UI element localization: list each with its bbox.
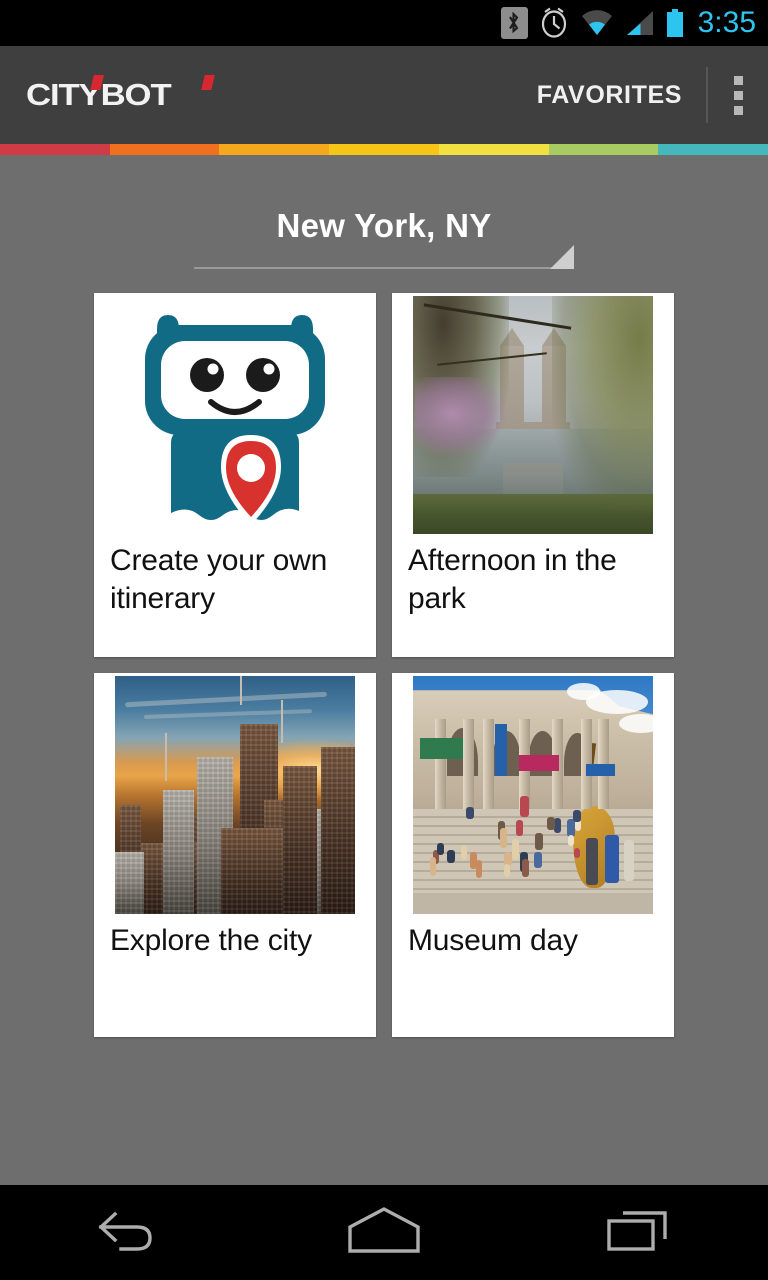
central-park-photo bbox=[413, 296, 653, 534]
wifi-icon bbox=[580, 10, 614, 36]
back-arrow-icon bbox=[95, 1206, 161, 1259]
system-nav-bar bbox=[0, 1185, 768, 1280]
person bbox=[512, 839, 519, 860]
card-media bbox=[392, 673, 674, 918]
city-selector-value: New York, NY bbox=[194, 207, 574, 245]
person bbox=[568, 835, 575, 846]
citybot-mascot-icon bbox=[115, 296, 355, 534]
musician bbox=[624, 840, 634, 880]
home-button[interactable] bbox=[309, 1185, 459, 1280]
stripe-segment-4 bbox=[329, 144, 439, 155]
card-grid: Create your own itinerary Afternoon in t… bbox=[94, 293, 674, 1037]
musician bbox=[586, 838, 598, 886]
manhattan-skyline-sunset-photo bbox=[115, 676, 355, 914]
chevron-down-icon bbox=[550, 245, 574, 269]
recents-icon bbox=[605, 1205, 675, 1260]
status-time: 3:35 bbox=[698, 6, 756, 40]
alarm-icon bbox=[539, 7, 569, 39]
skyline-spire bbox=[240, 676, 242, 705]
person bbox=[437, 843, 444, 855]
card-media bbox=[94, 293, 376, 538]
bluetooth-icon bbox=[501, 7, 528, 39]
main-content: New York, NY Create your own itinerary A… bbox=[0, 155, 768, 1185]
signal-icon bbox=[625, 10, 655, 36]
met-museum-steps-photo bbox=[413, 676, 653, 914]
person bbox=[461, 845, 467, 860]
person bbox=[466, 807, 474, 820]
museum-banner bbox=[495, 724, 507, 776]
favorites-button[interactable]: FAVORITES bbox=[513, 46, 706, 144]
card-museum-day[interactable]: Museum day bbox=[392, 673, 674, 1037]
person bbox=[573, 810, 580, 822]
musician bbox=[605, 835, 619, 883]
person bbox=[520, 796, 529, 817]
card-title: Explore the city bbox=[94, 918, 376, 960]
skyline-building bbox=[221, 828, 283, 914]
skyline-spire bbox=[281, 700, 283, 743]
battery-icon bbox=[666, 9, 684, 37]
app-logo[interactable]: CITYBOT bbox=[26, 77, 171, 113]
museum-column bbox=[463, 719, 474, 809]
person bbox=[535, 833, 543, 850]
person bbox=[534, 852, 541, 868]
person bbox=[522, 859, 529, 878]
overflow-dot-2 bbox=[734, 91, 743, 100]
card-media bbox=[94, 673, 376, 918]
overflow-dot-3 bbox=[734, 106, 743, 115]
color-stripe bbox=[0, 144, 768, 155]
stripe-segment-5 bbox=[439, 144, 549, 155]
person bbox=[430, 857, 437, 875]
card-media bbox=[392, 293, 674, 538]
overflow-menu-button[interactable] bbox=[708, 46, 768, 144]
person bbox=[500, 828, 507, 849]
card-create-itinerary[interactable]: Create your own itinerary bbox=[94, 293, 376, 657]
skyline-spire bbox=[165, 733, 167, 781]
status-bar: 3:35 bbox=[0, 0, 768, 46]
person bbox=[504, 864, 510, 877]
action-bar: CITYBOT FAVORITES bbox=[0, 46, 768, 144]
cloud bbox=[619, 714, 653, 733]
person bbox=[567, 819, 575, 837]
logo-accent-mark-2 bbox=[201, 75, 215, 90]
back-button[interactable] bbox=[53, 1185, 203, 1280]
skyline-building bbox=[163, 790, 194, 914]
city-selector-underline bbox=[194, 267, 574, 269]
recents-button[interactable] bbox=[565, 1185, 715, 1280]
home-icon bbox=[344, 1205, 424, 1260]
skyline-building bbox=[321, 747, 355, 914]
museum-column bbox=[435, 719, 446, 809]
stripe-segment-3 bbox=[219, 144, 329, 155]
city-selector[interactable]: New York, NY bbox=[194, 155, 574, 269]
museum-column bbox=[483, 719, 494, 809]
stripe-segment-6 bbox=[549, 144, 659, 155]
card-title: Create your own itinerary bbox=[94, 538, 376, 618]
stripe-segment-1 bbox=[0, 144, 110, 155]
person bbox=[574, 848, 579, 858]
stripe-segment-2 bbox=[110, 144, 220, 155]
overflow-dot-1 bbox=[734, 76, 743, 85]
museum-banner bbox=[586, 764, 615, 776]
card-afternoon-in-the-park[interactable]: Afternoon in the park bbox=[392, 293, 674, 657]
stripe-segment-7 bbox=[658, 144, 768, 155]
skyline-building bbox=[115, 852, 144, 914]
card-title: Museum day bbox=[392, 918, 674, 960]
cloud bbox=[567, 683, 601, 700]
person bbox=[447, 850, 455, 863]
person bbox=[547, 817, 556, 829]
skyline-building bbox=[283, 766, 317, 914]
museum-banner bbox=[519, 755, 560, 772]
person bbox=[470, 852, 477, 869]
museum-banner bbox=[420, 738, 463, 759]
card-explore-the-city[interactable]: Explore the city bbox=[94, 673, 376, 1037]
card-title: Afternoon in the park bbox=[392, 538, 674, 618]
person bbox=[516, 820, 523, 837]
